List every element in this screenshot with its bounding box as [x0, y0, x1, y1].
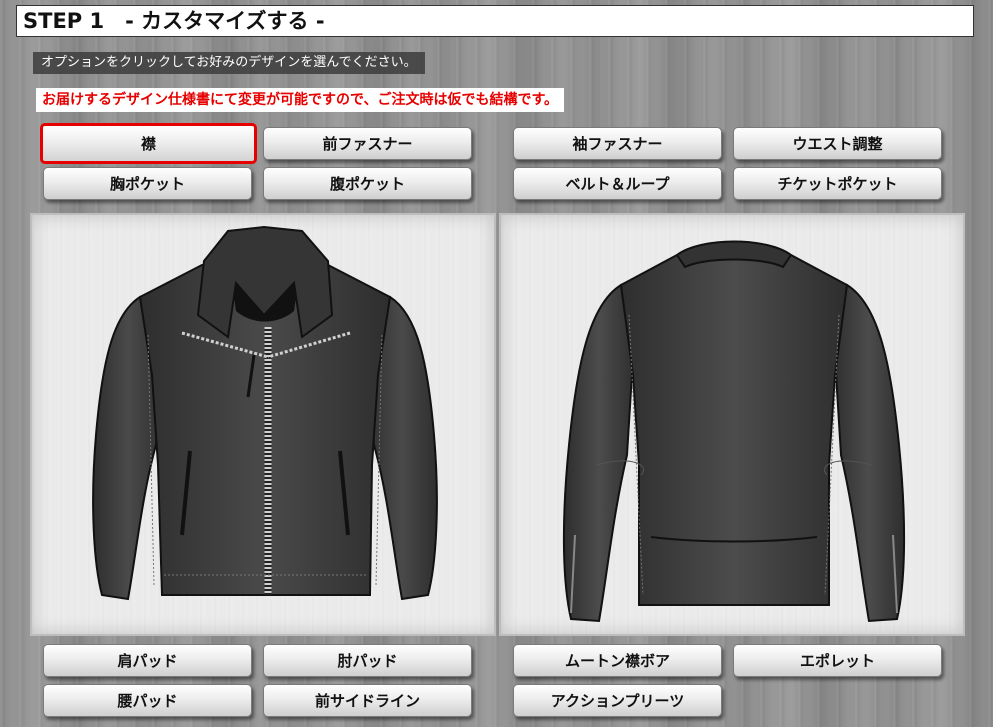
- option-waist-pocket-button[interactable]: 腹ポケット: [263, 167, 472, 200]
- option-hip-pad-button[interactable]: 腰パッド: [43, 684, 252, 717]
- option-collar-button[interactable]: 襟: [40, 123, 257, 164]
- instruction-text: オプションをクリックしてお好みのデザインを選んでください。: [33, 52, 425, 74]
- option-sleeve-zipper-button[interactable]: 袖ファスナー: [513, 127, 722, 160]
- option-mouton-collar-boa-button[interactable]: ムートン襟ボア: [513, 644, 722, 677]
- option-elbow-pad-button[interactable]: 肘パッド: [263, 644, 472, 677]
- option-belt-loop-button[interactable]: ベルト＆ループ: [513, 167, 722, 200]
- option-front-zipper-button[interactable]: 前ファスナー: [263, 127, 472, 160]
- option-ticket-pocket-button[interactable]: チケットポケット: [733, 167, 942, 200]
- jacket-back-image: [562, 240, 906, 623]
- notice-text: お届けするデザイン仕様書にて変更が可能ですので、ご注文時は仮でも結構です。: [36, 88, 565, 112]
- option-epaulette-button[interactable]: エポレット: [733, 644, 942, 677]
- step-title: STEP 1 - カスタマイズする -: [16, 5, 974, 37]
- option-waist-adjust-button[interactable]: ウエスト調整: [733, 127, 942, 160]
- option-front-side-line-button[interactable]: 前サイドライン: [263, 684, 472, 717]
- option-action-pleats-button[interactable]: アクションプリーツ: [513, 684, 722, 717]
- option-shoulder-pad-button[interactable]: 肩パッド: [43, 644, 252, 677]
- option-chest-pocket-button[interactable]: 胸ポケット: [43, 167, 252, 200]
- jacket-front-image: [92, 225, 438, 601]
- front-view-panel: [30, 213, 496, 636]
- back-view-panel: [499, 213, 965, 636]
